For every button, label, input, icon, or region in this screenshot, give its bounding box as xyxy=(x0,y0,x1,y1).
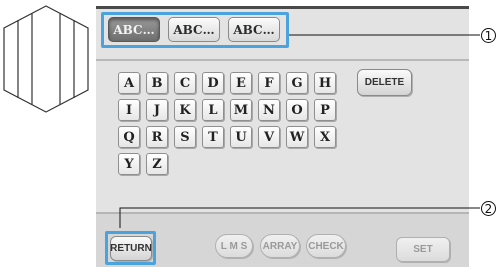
callout-lines xyxy=(119,34,480,228)
callout-number-2: 2 xyxy=(481,201,496,216)
callout-number-1: 1 xyxy=(481,28,496,43)
